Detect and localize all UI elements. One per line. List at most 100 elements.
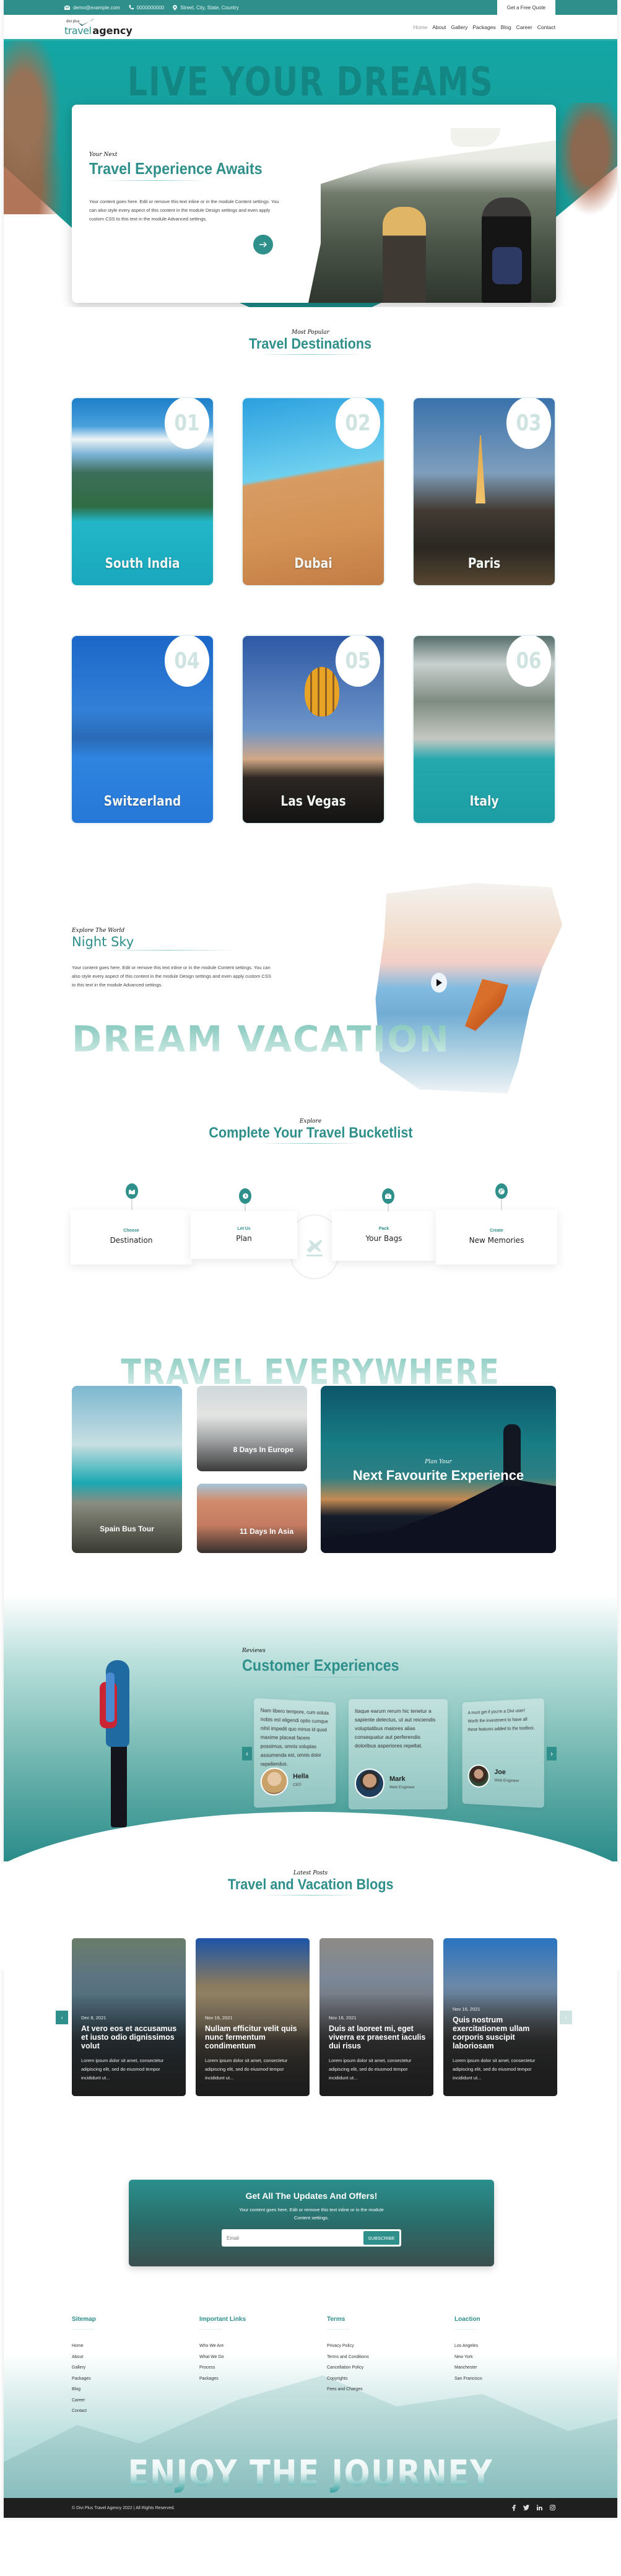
footer-link[interactable]: Packages xyxy=(199,2374,327,2385)
travel-everywhere-section: TRAVEL EVERYWHERE Spain Bus Tour 8 Days … xyxy=(4,1335,617,1595)
footer-heading-underline xyxy=(454,2329,477,2330)
play-icon xyxy=(436,979,442,986)
step-label: Let Us xyxy=(237,1227,251,1231)
blog-card[interactable]: Nov 16, 2021 Duis at laoreet mi, eget vi… xyxy=(319,1938,433,2096)
brush-splash-image xyxy=(375,883,563,1094)
footer-link[interactable]: New York xyxy=(454,2352,582,2363)
footer-link[interactable]: Fees and Charges xyxy=(327,2384,454,2395)
nav-contact[interactable]: Contact xyxy=(537,24,555,30)
review-name: Hella xyxy=(293,1772,309,1781)
blog-card[interactable]: Nov 16, 2021 Quis nostrum exercitationem… xyxy=(443,1938,557,2096)
hero-arrow-button[interactable] xyxy=(253,235,273,255)
footer-heading: Loaction xyxy=(454,2316,480,2323)
tour-label: Spain Bus Tour xyxy=(100,1525,154,1533)
footer-link[interactable]: Gallery xyxy=(72,2362,199,2374)
tour-tile-spain[interactable]: Spain Bus Tour xyxy=(72,1386,182,1553)
footer-link[interactable]: Terms and Conditions xyxy=(327,2352,454,2363)
step-label: Pack xyxy=(378,1227,389,1231)
nav-home[interactable]: Home xyxy=(414,24,428,30)
footer-link[interactable]: Home xyxy=(72,2341,199,2352)
nav-career[interactable]: Career xyxy=(516,24,532,30)
tour-tile-europe[interactable]: 8 Days In Europe xyxy=(197,1386,307,1471)
address-text: Street, City, State, Country xyxy=(180,4,239,11)
blog-excerpt: Lorem ipsum dolor sit amet, consectetur … xyxy=(205,2058,288,2081)
subscribe-button[interactable]: SUBSCRIBE xyxy=(363,2231,399,2245)
email-input[interactable] xyxy=(227,2235,350,2241)
phone-icon xyxy=(129,5,134,10)
destination-card[interactable]: 02 Dubai xyxy=(243,398,384,585)
blog-date: Nov 16, 2021 xyxy=(453,2006,480,2012)
footer-link[interactable]: San Francisco xyxy=(454,2374,582,2385)
blogs-prev-button[interactable]: ‹ xyxy=(56,2011,68,2024)
phone-text: 0000000000 xyxy=(136,4,165,11)
destination-name: Switzerland xyxy=(103,794,181,809)
footer-bottom-bar: © Divi Plus Travel Agency 2022 | All Rig… xyxy=(4,2498,617,2518)
footer-link[interactable]: Copyrights xyxy=(327,2374,454,2385)
destination-card[interactable]: 01 South India xyxy=(72,398,213,585)
hero-photo-person-left xyxy=(383,207,426,303)
nav-packages[interactable]: Packages xyxy=(472,24,495,30)
reviews-next-button[interactable]: › xyxy=(547,1747,557,1760)
footer-link[interactable]: Contact xyxy=(72,2406,199,2417)
tree-decoration-right xyxy=(549,103,617,227)
video-play-button[interactable] xyxy=(431,973,447,993)
blog-card-meta: Nov 16, 2021 Nullam efficitur velit quis… xyxy=(205,2015,302,2082)
night-sky-underline xyxy=(100,950,236,951)
footer-heading-underline xyxy=(327,2329,349,2330)
night-sky-section: Explore The World Night Sky Your content… xyxy=(4,877,617,1100)
blog-card-meta: Nov 16, 2021 Quis nostrum exercitationem… xyxy=(453,2006,550,2082)
newsletter-title: Get All The Updates And Offers! xyxy=(245,2191,378,2201)
tour-tile-asia[interactable]: 11 Days In Asia xyxy=(197,1484,307,1553)
contact-phone[interactable]: 0000000000 xyxy=(129,4,165,11)
hero-photo-cloth xyxy=(451,128,500,147)
mountain-silhouette xyxy=(321,1479,556,1553)
footer-link[interactable]: Process xyxy=(199,2362,327,2374)
footer-link[interactable]: Los Angeles xyxy=(454,2341,582,2352)
footer-link[interactable]: Who We Are xyxy=(199,2341,327,2352)
hero-section: LIVE YOUR DREAMS Your Next Travel Experi… xyxy=(4,41,617,307)
linkedin-icon[interactable] xyxy=(537,2505,542,2511)
footer-link[interactable]: What We Do xyxy=(199,2352,327,2363)
step-value: New Memories xyxy=(469,1236,524,1245)
blog-title[interactable]: Quis nostrum exercitationem ullam corpor… xyxy=(453,2016,550,2050)
destination-card[interactable]: 03 Paris xyxy=(414,398,555,585)
blog-title[interactable]: Duis at laoreet mi, eget viverra ex prae… xyxy=(329,2024,426,2050)
footer-link[interactable]: Packages xyxy=(72,2374,199,2385)
footer-link[interactable]: About xyxy=(72,2352,199,2363)
step-pin xyxy=(126,1183,138,1210)
bucketlist-steps: Choose Destination Let Us Plan Pack Your… xyxy=(71,1183,557,1282)
destinations-grid: 01 South India 02 Dubai 03 Paris 04 Swit… xyxy=(72,398,617,823)
nav-blog[interactable]: Blog xyxy=(501,24,511,30)
destinations-section: Most Popular Travel Destinations 01 Sout… xyxy=(4,307,617,877)
nav-about[interactable]: About xyxy=(432,24,446,30)
hero-title-underline xyxy=(103,180,208,181)
destination-card[interactable]: 05 Las Vegas xyxy=(243,636,384,823)
footer-link[interactable]: Cancellation Policy xyxy=(327,2362,454,2374)
contact-email[interactable]: demo@example.com xyxy=(64,5,120,11)
facebook-icon[interactable] xyxy=(512,2505,516,2511)
bucketlist-step: Pack Your Bags xyxy=(332,1211,436,1261)
bucketlist-title: Complete Your Travel Bucketlist xyxy=(208,1125,413,1141)
get-free-quote-button[interactable]: Get a Free Quote xyxy=(497,0,555,15)
logo[interactable]: divi plus travel agency xyxy=(64,18,132,37)
blogs-next-button[interactable]: › xyxy=(560,2011,572,2024)
instagram-icon[interactable] xyxy=(550,2505,555,2511)
footer-link[interactable]: Manchester xyxy=(454,2362,582,2374)
footer-link[interactable]: Privacy Policy xyxy=(327,2341,454,2352)
enjoy-the-journey-text: ENJOY THE JOURNEY xyxy=(50,2452,571,2494)
nav-gallery[interactable]: Gallery xyxy=(451,24,467,30)
bucketlist-step: Choose Destination xyxy=(71,1210,192,1264)
bucketlist-step: Create New Memories xyxy=(436,1210,557,1264)
footer-link[interactable]: Career xyxy=(72,2395,199,2406)
feature-tile-next-experience[interactable]: Plan Your Next Favourite Experience xyxy=(321,1386,556,1553)
destination-card[interactable]: 04 Switzerland xyxy=(72,636,213,823)
twitter-icon[interactable] xyxy=(523,2505,529,2511)
blog-title[interactable]: At vero eos et accusamus et iusto odio d… xyxy=(81,2024,178,2050)
copyright-text: © Divi Plus Travel Agency 2022 | All Rig… xyxy=(72,2505,175,2510)
blog-title[interactable]: Nullam efficitur velit quis nunc ferment… xyxy=(205,2024,302,2050)
blog-card[interactable]: Nov 16, 2021 Nullam efficitur velit quis… xyxy=(196,1938,310,2096)
destination-card[interactable]: 06 Italy xyxy=(414,636,555,823)
reviews-prev-button[interactable]: ‹ xyxy=(242,1747,252,1760)
blog-card[interactable]: Dec 8, 2021 At vero eos et accusamus et … xyxy=(72,1938,186,2096)
footer-link[interactable]: Blog xyxy=(72,2384,199,2395)
